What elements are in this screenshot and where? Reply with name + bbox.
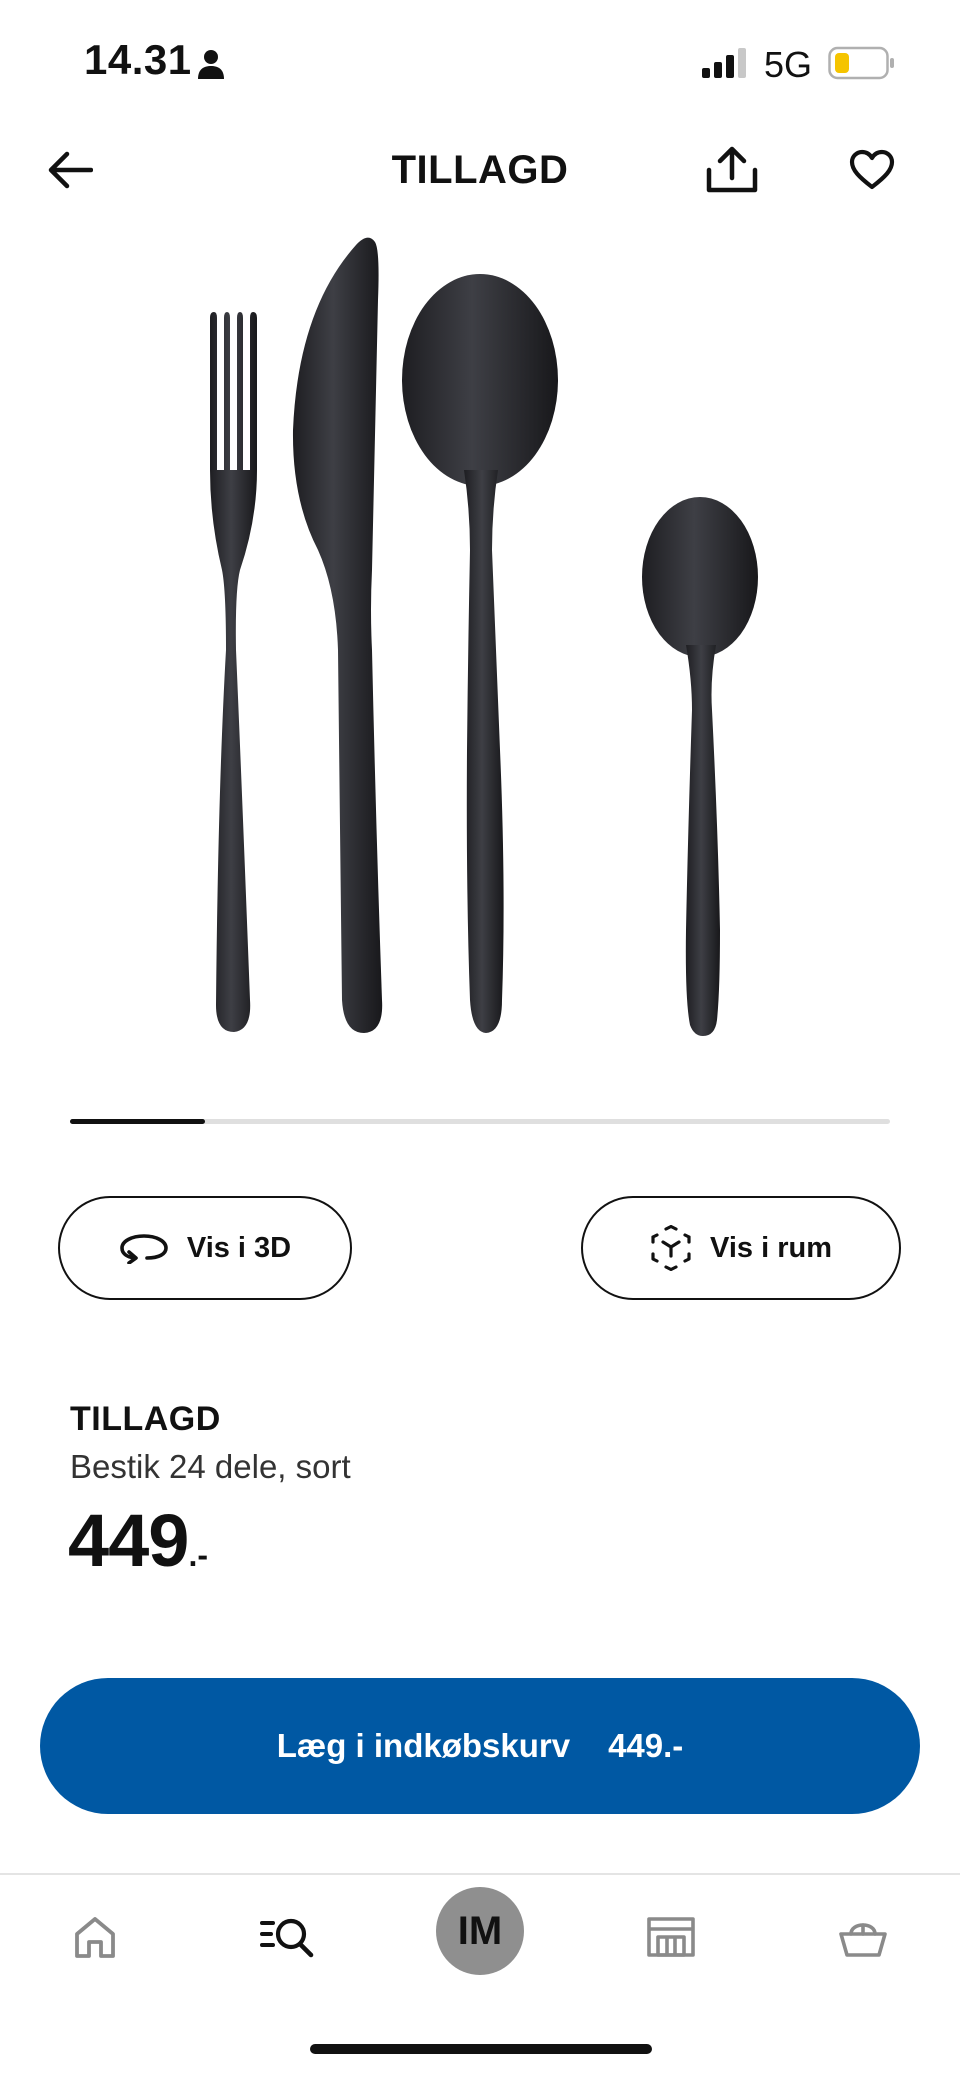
view-3d-label: Vis i 3D [186,1231,292,1264]
nav-home-button[interactable] [40,1892,150,1982]
network-label: 5G [764,44,813,85]
product-image[interactable] [180,230,780,1100]
person-icon [198,50,224,79]
heart-icon [849,149,895,190]
status-time: 14.31 [84,36,192,83]
spoon-icon [402,274,558,1033]
carousel-progress [70,1119,890,1124]
page-title: TILLAGD [391,148,569,192]
teaspoon-icon [642,497,758,1036]
signal-strength-icon [702,48,746,78]
store-icon [647,1917,695,1957]
add-to-cart-label: Læg i indkøbskurv [276,1727,571,1764]
nav-profile-button[interactable]: IM [425,1886,535,1976]
home-indicator [310,2044,652,2054]
view-in-room-button[interactable]: Vis i rum [581,1196,901,1300]
search-icon [260,1918,314,1958]
product-description: Bestik 24 dele, sort [70,1448,351,1485]
nav-search-button[interactable] [232,1892,342,1982]
knife-icon [292,237,383,1034]
nav-basket-button[interactable] [808,1892,918,1982]
basket-icon [839,1923,887,1957]
product-price: 449.- [68,1498,208,1583]
share-icon [706,146,758,193]
add-to-cart-button[interactable]: Læg i indkøbskurv 449.- [40,1678,920,1814]
fork-icon [210,312,257,1032]
nav-divider [0,1873,960,1875]
price-suffix: .- [188,1537,209,1573]
share-button[interactable] [700,138,764,202]
add-to-cart-price: 449.- [608,1727,684,1764]
view-3d-button[interactable]: Vis i 3D [58,1196,352,1300]
nav-store-button[interactable] [616,1892,726,1982]
ar-cube-icon [651,1225,691,1271]
product-name: TILLAGD [70,1400,221,1438]
avatar: IM [436,1887,524,1975]
carousel-progress-fill [70,1119,206,1124]
view-in-room-label: Vis i rum [710,1231,832,1264]
home-icon [75,1917,115,1958]
price-value: 449 [68,1499,189,1582]
battery-icon [828,46,894,80]
rotate-3d-icon [120,1234,168,1264]
favorite-button[interactable] [840,140,904,200]
